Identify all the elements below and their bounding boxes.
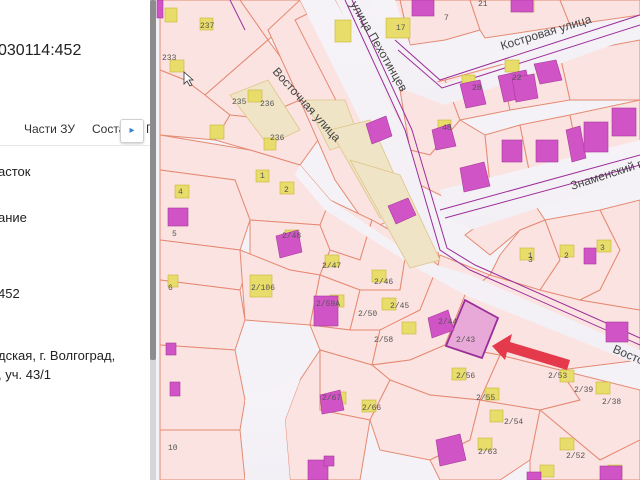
- lot-label: 2/55: [476, 394, 495, 403]
- info-line-type: асток: [0, 164, 31, 179]
- lot-label: 2/106: [251, 284, 275, 293]
- info-panel: 030114:452 Части ЗУ Соста Г ▸ асток ание…: [0, 0, 152, 480]
- lot-label: 2/46: [374, 278, 393, 287]
- lot-label: 2/52: [566, 452, 585, 461]
- lot-label: 28: [472, 84, 482, 93]
- lot-label: 2/56: [456, 372, 475, 381]
- lot-label: 2/50: [358, 310, 377, 319]
- lot-label: 2/45: [390, 302, 409, 311]
- lot-label: 17: [396, 24, 406, 33]
- lot-label: 2: [284, 186, 289, 195]
- lot-label: 2/39: [574, 386, 593, 395]
- lot-label: 48: [442, 124, 452, 133]
- info-line-status: ание: [0, 210, 27, 225]
- lot-label: 3: [600, 244, 605, 253]
- lot-label: 1: [260, 172, 265, 181]
- chevron-right-icon[interactable]: ▸: [120, 119, 144, 143]
- lot-label: 2/66: [362, 404, 381, 413]
- lot-label: 2/53: [548, 372, 567, 381]
- lot-label: 235: [232, 98, 247, 107]
- lot-label: 237: [200, 22, 215, 31]
- lot-label: 2: [564, 252, 569, 261]
- lot-label: 236: [260, 100, 275, 109]
- lot-label: 2/63: [478, 448, 497, 457]
- info-line-number: 452: [0, 286, 20, 301]
- lot-label: 6: [168, 284, 173, 293]
- lot-label: 2/58: [374, 336, 393, 345]
- lot-label: 22: [512, 74, 522, 83]
- lot-label: 236: [270, 134, 285, 143]
- cadastral-number: 030114:452: [0, 42, 82, 59]
- lot-label: 5: [172, 230, 177, 239]
- lot-label: 2/59А: [316, 300, 340, 309]
- lot-label: 2/54: [504, 418, 523, 427]
- lot-label: 4: [178, 188, 183, 197]
- tab-divider: [0, 145, 150, 146]
- lot-label: 2/38: [602, 398, 621, 407]
- lot-label: 1: [528, 252, 533, 261]
- lot-label-highlighted: 2/43: [456, 336, 475, 345]
- info-line-address-2: , уч. 43/1: [0, 367, 52, 382]
- lot-label: 233: [162, 54, 177, 63]
- lot-label: 21: [478, 0, 488, 9]
- tab-parts[interactable]: Части ЗУ: [24, 122, 75, 136]
- info-line-address: дская, г. Волгоград,: [0, 348, 116, 363]
- lot-label: 2/44: [438, 318, 457, 327]
- cadastral-map[interactable]: Восточная улица улица Пехотинцев Костров…: [156, 0, 640, 480]
- lot-label: 7: [444, 14, 449, 23]
- lot-label: 10: [168, 444, 178, 453]
- lot-label: 2/67: [322, 394, 341, 403]
- lot-label: 2/47: [322, 262, 341, 271]
- lot-label: 2/48: [282, 232, 301, 241]
